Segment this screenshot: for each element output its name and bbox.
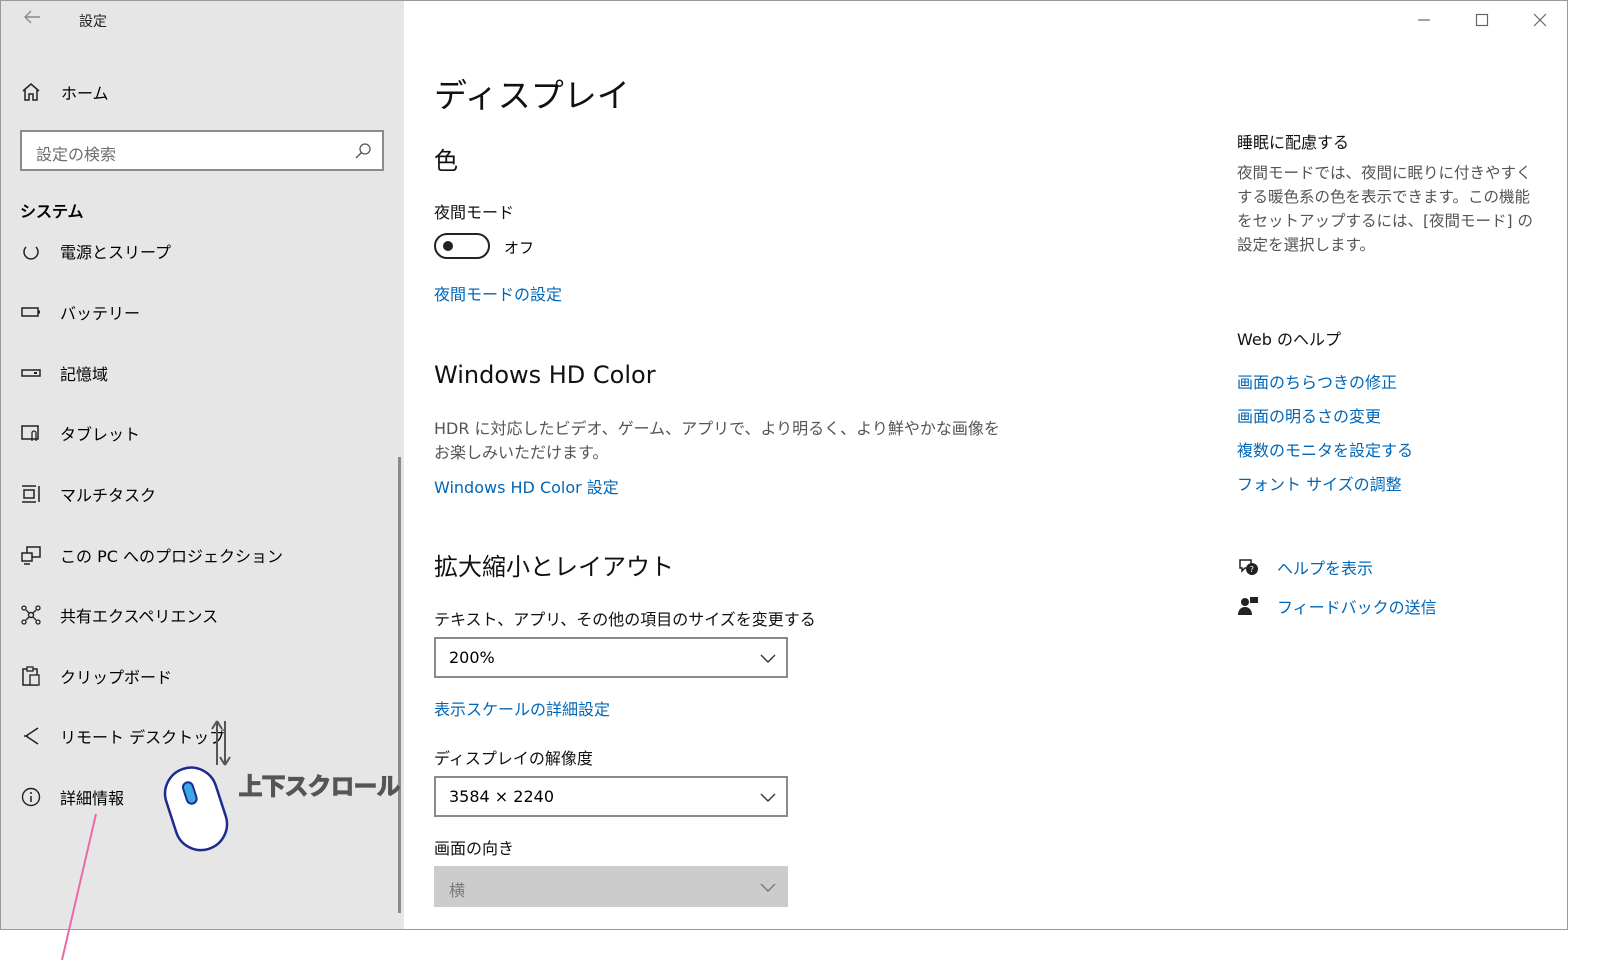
get-help-label: ヘルプを表示 [1277, 559, 1374, 578]
scale-layout-heading: 拡大縮小とレイアウト [434, 553, 674, 581]
search-icon[interactable] [354, 142, 372, 160]
orientation-value: 横 [449, 881, 466, 900]
search-placeholder: 設定の検索 [36, 145, 117, 164]
settings-window: 設定 ホーム 設定の検索 システム 電源とスリープ バッテリー 記憶域 タブレッ… [0, 0, 1568, 930]
close-icon [1533, 13, 1547, 27]
sidebar-item-label: バッテリー [60, 304, 141, 323]
sidebar-item-tablet[interactable]: タブレット [19, 418, 140, 448]
storage-icon [19, 361, 43, 385]
home-nav-item[interactable]: ホーム [19, 77, 109, 107]
hdr-heading: Windows HD Color [434, 361, 656, 389]
sidebar-item-label: マルチタスク [60, 486, 157, 505]
search-input[interactable]: 設定の検索 [20, 130, 384, 171]
home-label: ホーム [61, 84, 109, 103]
help-link-multi-monitor[interactable]: 複数のモニタを設定する [1237, 437, 1413, 461]
main-content: ディスプレイ 色 夜間モード オフ 夜間モードの設定 Windows HD Co… [404, 1, 1567, 929]
help-link-flicker[interactable]: 画面のちらつきの修正 [1237, 369, 1397, 393]
chevron-down-icon [760, 654, 776, 663]
night-light-label: 夜間モード [434, 203, 515, 222]
sleep-description: 夜間モードでは、夜間に眠りに付きやすくする暖色系の色を表示できます。この機能をセ… [1237, 164, 1534, 254]
chevron-down-icon [760, 793, 776, 802]
sidebar: 設定 ホーム 設定の検索 システム 電源とスリープ バッテリー 記憶域 タブレッ… [1, 1, 404, 929]
night-light-toggle-state: オフ [504, 239, 535, 257]
shared-experiences-icon [19, 603, 43, 627]
sidebar-item-battery[interactable]: バッテリー [19, 297, 140, 327]
remote-desktop-icon [19, 724, 43, 748]
power-icon [19, 239, 43, 263]
sidebar-item-multitasking[interactable]: マルチタスク [19, 479, 156, 509]
sidebar-scrollbar[interactable] [398, 457, 401, 913]
sidebar-item-label: 共有エクスペリエンス [60, 607, 219, 626]
window-controls [1395, 1, 1567, 39]
app-title: 設定 [79, 14, 107, 30]
maximize-icon [1475, 13, 1489, 27]
send-feedback-link[interactable]: フィードバックの送信 [1237, 594, 1437, 618]
scroll-annotation [151, 717, 251, 861]
sidebar-item-shared-experiences[interactable]: 共有エクスペリエンス [19, 600, 218, 630]
resolution-dropdown[interactable]: 3584 × 2240 [434, 776, 788, 817]
sidebar-item-label: タブレット [60, 425, 141, 444]
scale-value: 200% [449, 648, 495, 667]
resolution-value: 3584 × 2240 [449, 787, 555, 806]
get-help-link[interactable]: ? ヘルプを表示 [1237, 555, 1373, 579]
night-light-toggle[interactable] [434, 233, 490, 259]
projection-icon [19, 543, 43, 567]
clipboard-icon [19, 664, 43, 688]
info-icon [19, 785, 43, 809]
orientation-label: 画面の向き [434, 839, 515, 858]
sidebar-item-label: この PC へのプロジェクション [60, 547, 283, 566]
mouse-scroll-icon [163, 720, 231, 852]
tablet-icon [19, 421, 43, 445]
minimize-button[interactable] [1395, 1, 1453, 39]
orientation-dropdown[interactable]: 横 [434, 866, 788, 907]
sidebar-item-clipboard[interactable]: クリップボード [19, 661, 172, 691]
night-light-settings-link[interactable]: 夜間モードの設定 [434, 281, 562, 305]
minimize-icon [1418, 19, 1430, 21]
svg-text:?: ? [1250, 565, 1254, 574]
toggle-knob [443, 241, 453, 251]
sidebar-item-label: 詳細情報 [60, 789, 125, 808]
sidebar-item-storage[interactable]: 記憶域 [19, 358, 108, 388]
sidebar-item-label: 記憶域 [60, 365, 109, 384]
chat-help-icon: ? [1239, 559, 1258, 575]
hdr-settings-link[interactable]: Windows HD Color 設定 [434, 474, 619, 498]
maximize-button[interactable] [1453, 1, 1511, 39]
back-button[interactable] [19, 9, 45, 31]
close-button[interactable] [1511, 1, 1567, 39]
sidebar-item-label: クリップボード [60, 668, 173, 687]
help-link-font-size[interactable]: フォント サイズの調整 [1237, 471, 1402, 495]
color-heading: 色 [434, 147, 458, 175]
page-title: ディスプレイ [434, 76, 630, 115]
scale-dropdown[interactable]: 200% [434, 637, 788, 678]
web-help-title: Web のヘルプ [1237, 330, 1341, 349]
battery-icon [19, 300, 43, 324]
scroll-annotation-text: 上下スクロール [238, 773, 400, 800]
multitask-icon [19, 482, 43, 506]
scale-label: テキスト、アプリ、その他の項目のサイズを変更する [434, 610, 816, 629]
feedback-icon [1238, 597, 1258, 615]
sleep-title: 睡眠に配慮する [1237, 133, 1350, 152]
sidebar-section-title: システム [20, 202, 84, 221]
sidebar-item-projecting[interactable]: この PC へのプロジェクション [19, 540, 283, 570]
advanced-scaling-link[interactable]: 表示スケールの詳細設定 [434, 696, 610, 720]
home-icon [19, 80, 43, 104]
hdr-description: HDR に対応したビデオ、ゲーム、アプリで、より明るく、より鮮やかな画像をお楽し… [434, 419, 1000, 462]
sidebar-item-power-sleep[interactable]: 電源とスリープ [19, 239, 171, 266]
sidebar-item-label: 電源とスリープ [60, 243, 172, 262]
sidebar-item-about[interactable]: 詳細情報 [19, 782, 124, 812]
help-link-brightness[interactable]: 画面の明るさの変更 [1237, 403, 1381, 427]
send-feedback-label: フィードバックの送信 [1277, 598, 1437, 617]
back-arrow-icon [24, 10, 40, 24]
resolution-label: ディスプレイの解像度 [434, 749, 593, 768]
chevron-down-icon [760, 883, 776, 892]
